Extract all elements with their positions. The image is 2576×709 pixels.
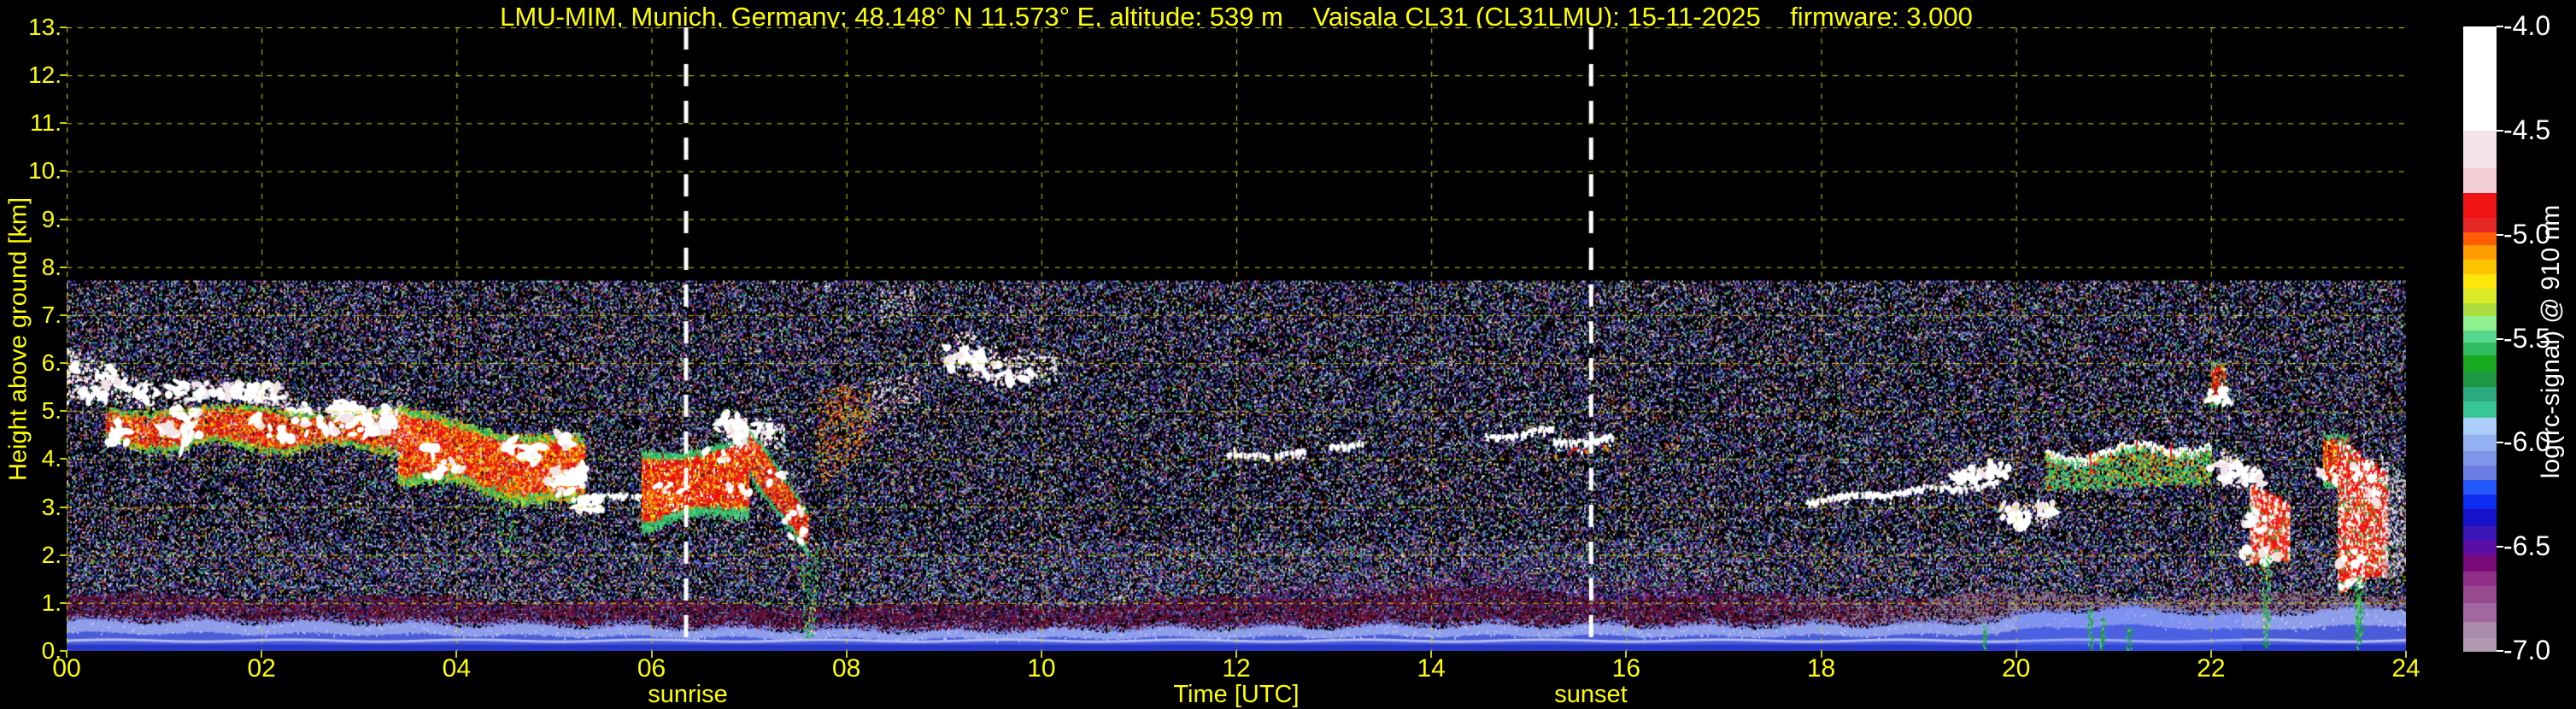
y-tick-mark: [60, 266, 67, 268]
x-tick-label: 18: [1806, 654, 1836, 683]
colorbar-tick-label: -7.0: [2503, 635, 2551, 665]
colorbar-tick-label: -6.5: [2503, 530, 2551, 562]
colorbar-segment: [2463, 130, 2497, 169]
y-tick-mark: [60, 170, 67, 173]
y-tick-label: 11.: [30, 109, 62, 137]
x-tick-mark: [650, 651, 653, 658]
y-tick-mark: [60, 26, 67, 28]
x-tick-label: 20: [2001, 654, 2031, 683]
x-tick-label: 08: [831, 654, 861, 683]
colorbar-axis-title: log(rc-signal) @ 910 nm: [2537, 204, 2565, 479]
colorbar-segment: [2463, 451, 2497, 466]
y-tick-label: 12.: [28, 62, 62, 89]
x-tick-mark: [261, 651, 263, 658]
x-tick-label: 00: [52, 654, 81, 683]
colorbar-segment: [2463, 434, 2497, 452]
colorbar-segment: [2463, 192, 2497, 219]
x-tick-label: 22: [2197, 654, 2226, 683]
y-tick-label: 1.: [41, 589, 62, 616]
x-tick-label: 24: [2391, 654, 2421, 683]
x-tick-label: 02: [247, 654, 276, 683]
colorbar-segment: [2463, 167, 2497, 194]
y-tick-label: 10.: [28, 157, 62, 185]
y-tick-mark: [60, 410, 67, 413]
x-tick-mark: [845, 651, 848, 658]
colorbar-segment: [2463, 638, 2497, 652]
x-tick-mark: [1040, 651, 1042, 658]
colorbar-segment: [2463, 401, 2497, 419]
colorbar-segment: [2463, 26, 2497, 132]
colorbar-segment: [2463, 218, 2497, 233]
colorbar-segment: [2463, 571, 2497, 588]
x-tick-mark: [2015, 651, 2017, 658]
x-tick-mark: [1430, 651, 1433, 658]
y-tick-mark: [60, 554, 67, 556]
colorbar-segment: [2463, 540, 2497, 556]
x-tick-mark: [1235, 651, 1237, 658]
backscatter-heatmap-canvas: [67, 27, 2406, 651]
colorbar-segment: [2463, 480, 2497, 495]
colorbar-segment: [2463, 343, 2497, 356]
colorbar-tick-mark: [2497, 233, 2503, 236]
sunset-label: sunset: [1554, 681, 1628, 708]
x-tick-label: 10: [1027, 654, 1056, 683]
y-tick-mark: [60, 458, 67, 460]
colorbar-segment: [2463, 386, 2497, 402]
colorbar-segment: [2463, 554, 2497, 572]
x-tick-mark: [2209, 651, 2212, 658]
colorbar-segment: [2463, 466, 2497, 481]
y-tick-label: 13.: [28, 14, 62, 40]
x-tick-label: 04: [442, 654, 472, 683]
colorbar-segment: [2463, 495, 2497, 510]
x-tick-mark: [1625, 651, 1628, 658]
colorbar-segment: [2463, 525, 2497, 542]
y-tick-mark: [60, 122, 67, 125]
y-tick-label: 2.: [41, 541, 62, 568]
colorbar-tick-label: -4.5: [2503, 114, 2551, 145]
y-tick-label: 3.: [41, 493, 62, 520]
colorbar-tick-mark: [2497, 442, 2503, 444]
y-axis-title: Height above ground [km]: [4, 196, 32, 482]
colorbar-tick-label: -4.0: [2503, 10, 2551, 41]
colorbar-tick-mark: [2497, 546, 2503, 548]
colorbar-segment: [2463, 259, 2497, 275]
colorbar-segment: [2463, 273, 2497, 290]
y-tick-mark: [60, 601, 67, 604]
colorbar: [2463, 26, 2497, 652]
x-tick-mark: [455, 651, 458, 658]
ceilometer-quicklook-figure: { "header": { "title": "LMU-MIM, Munich,…: [0, 0, 2576, 708]
colorbar-segment: [2463, 621, 2497, 639]
colorbar-segment: [2463, 289, 2497, 304]
x-tick-mark: [1820, 651, 1822, 658]
colorbar-segment: [2463, 586, 2497, 604]
y-tick-mark: [60, 313, 67, 316]
colorbar-segment: [2463, 232, 2497, 246]
x-tick-mark: [2405, 651, 2407, 658]
colorbar-tick-mark: [2497, 337, 2503, 340]
colorbar-segment: [2463, 303, 2497, 317]
y-tick-mark: [60, 506, 67, 508]
x-tick-label: 12: [1222, 654, 1251, 683]
colorbar-tick-mark: [2497, 26, 2503, 27]
colorbar-tick-mark: [2497, 129, 2503, 132]
y-tick-mark: [60, 362, 67, 365]
x-tick-label: 16: [1611, 654, 1641, 683]
colorbar-segment: [2463, 418, 2497, 436]
y-tick-mark: [60, 74, 67, 77]
colorbar-tick-mark: [2497, 650, 2503, 652]
sunrise-label: sunrise: [648, 681, 728, 708]
colorbar-segment: [2463, 315, 2497, 331]
colorbar-segment: [2463, 354, 2497, 373]
x-tick-mark: [66, 651, 67, 658]
x-tick-label: 06: [637, 654, 666, 683]
colorbar-segment: [2463, 372, 2497, 388]
y-tick-mark: [60, 218, 67, 220]
x-axis-title: Time [UTC]: [1173, 681, 1300, 708]
colorbar-segment: [2463, 509, 2497, 527]
x-tick-label: 14: [1417, 654, 1446, 683]
colorbar-segment: [2463, 602, 2497, 623]
colorbar-segment: [2463, 330, 2497, 343]
colorbar-segment: [2463, 244, 2497, 261]
